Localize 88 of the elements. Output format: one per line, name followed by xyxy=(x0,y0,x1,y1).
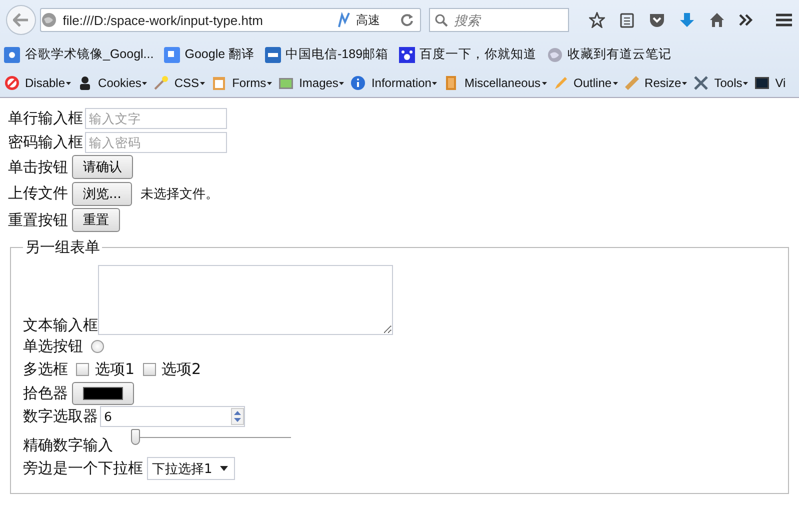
field-label: 单击按钮 xyxy=(8,158,68,177)
toolbar-menu[interactable]: Vi xyxy=(754,75,786,91)
toolbar-menu[interactable]: Cookies xyxy=(77,75,148,91)
field-label: 上传文件 xyxy=(8,184,68,204)
caret-icon xyxy=(220,466,228,471)
text-field[interactable]: 输入密码 xyxy=(85,132,227,153)
address-bar[interactable]: file:///D:/space-work/input-type.htm 高速 xyxy=(40,8,421,32)
browse-button[interactable]: 浏览... xyxy=(72,182,132,206)
push-button[interactable]: 重置 xyxy=(72,208,120,232)
push-button[interactable]: 请确认 xyxy=(72,155,133,180)
fieldset-legend: 另一组表单 xyxy=(23,238,102,256)
back-arrow-icon xyxy=(12,13,29,27)
bookmark[interactable]: Google 翻译 xyxy=(164,46,255,63)
slider-thumb[interactable] xyxy=(131,428,140,444)
star-icon[interactable] xyxy=(589,12,605,28)
bookmark[interactable]: 收藏到有道云笔记 xyxy=(546,46,672,63)
caret-icon xyxy=(432,82,438,84)
pocket-icon[interactable] xyxy=(649,12,665,28)
bookmark-icon xyxy=(164,46,180,62)
monitor-icon xyxy=(754,75,770,91)
spinner-icon[interactable] xyxy=(231,408,244,426)
toolbar-menu[interactable]: Outline xyxy=(552,75,618,91)
field-label: 文本输入框 xyxy=(23,316,98,334)
back-button[interactable] xyxy=(6,5,36,35)
caret-icon xyxy=(142,82,148,84)
bookmark-icon xyxy=(4,46,20,62)
field-label: 数字选取器 xyxy=(23,407,98,426)
no-entry-icon xyxy=(4,75,20,91)
radio-button[interactable] xyxy=(91,340,104,353)
caret-icon xyxy=(339,82,344,84)
menu-icon[interactable] xyxy=(775,12,793,28)
range-slider[interactable] xyxy=(131,428,291,446)
lightning-icon xyxy=(338,12,350,28)
ruler-icon xyxy=(624,75,640,91)
caret-icon xyxy=(267,82,272,84)
field-label: 旁边是一个下拉框 xyxy=(23,459,143,478)
field-label: 单行输入框 xyxy=(8,109,83,128)
option-label: 选项1 xyxy=(95,360,135,380)
file-status: 未选择文件。 xyxy=(140,186,218,203)
bookmark-icon xyxy=(264,46,281,62)
toolbar-menu[interactable]: Miscellaneous xyxy=(443,75,547,91)
image-icon xyxy=(278,75,294,91)
option-label: 选项2 xyxy=(162,360,202,380)
field-label: 单选按钮 xyxy=(23,336,83,356)
field-label: 密码输入框 xyxy=(8,132,83,152)
field-label: 拾色器 xyxy=(23,384,68,403)
url-text: file:///D:/space-work/input-type.htm xyxy=(62,12,264,28)
toolbar-menu[interactable]: Resize xyxy=(624,75,688,91)
search-icon xyxy=(435,14,448,27)
search-field[interactable]: 搜索 xyxy=(429,8,569,32)
caret-icon xyxy=(743,82,748,84)
toolbar-menu[interactable]: Disable xyxy=(4,75,72,91)
globe-icon xyxy=(40,12,57,28)
wand-icon xyxy=(153,75,170,91)
toolbar-menu[interactable]: Information xyxy=(350,75,438,91)
chevrons-icon[interactable] xyxy=(739,14,753,26)
toolbar-menu[interactable]: Images xyxy=(278,75,344,91)
checkbox[interactable] xyxy=(76,363,89,376)
bookmark[interactable]: 谷歌学术镜像_Googl... xyxy=(4,46,154,63)
caret-icon xyxy=(542,82,547,84)
bookmark[interactable]: 中国电信-189邮箱 xyxy=(264,46,389,63)
color-picker[interactable] xyxy=(72,382,134,405)
number-field[interactable]: 6 xyxy=(100,406,245,428)
bookmark-icon xyxy=(546,46,563,62)
checkbox[interactable] xyxy=(142,363,156,376)
tools-icon xyxy=(693,75,710,91)
home-icon[interactable] xyxy=(709,12,725,28)
bookmark[interactable]: 百度一下，你就知道 xyxy=(398,46,537,63)
reading-list-icon[interactable] xyxy=(619,12,635,28)
text-field[interactable]: 输入文字 xyxy=(85,108,227,130)
field-label: 精确数字输入 xyxy=(23,436,113,454)
field-label: 多选框 xyxy=(23,360,68,380)
toolbar-menu[interactable]: CSS xyxy=(153,75,206,91)
dropdown[interactable]: 下拉选择1 xyxy=(147,457,236,480)
caret-icon xyxy=(612,82,618,84)
speed-label[interactable]: 高速 xyxy=(356,12,380,28)
pencil-icon xyxy=(552,75,569,91)
toolbar-menu[interactable]: Forms xyxy=(211,75,272,91)
field-label: 重置按钮 xyxy=(8,210,68,230)
caret-icon xyxy=(682,82,688,84)
caret-icon xyxy=(200,82,206,84)
clipboard-icon xyxy=(211,75,228,91)
toolbar-menu[interactable]: Tools xyxy=(693,75,748,91)
reload-icon[interactable] xyxy=(400,13,414,27)
info-icon xyxy=(350,75,366,91)
download-icon[interactable] xyxy=(679,12,695,28)
bookmark-icon xyxy=(398,46,415,62)
caret-icon xyxy=(66,82,72,84)
